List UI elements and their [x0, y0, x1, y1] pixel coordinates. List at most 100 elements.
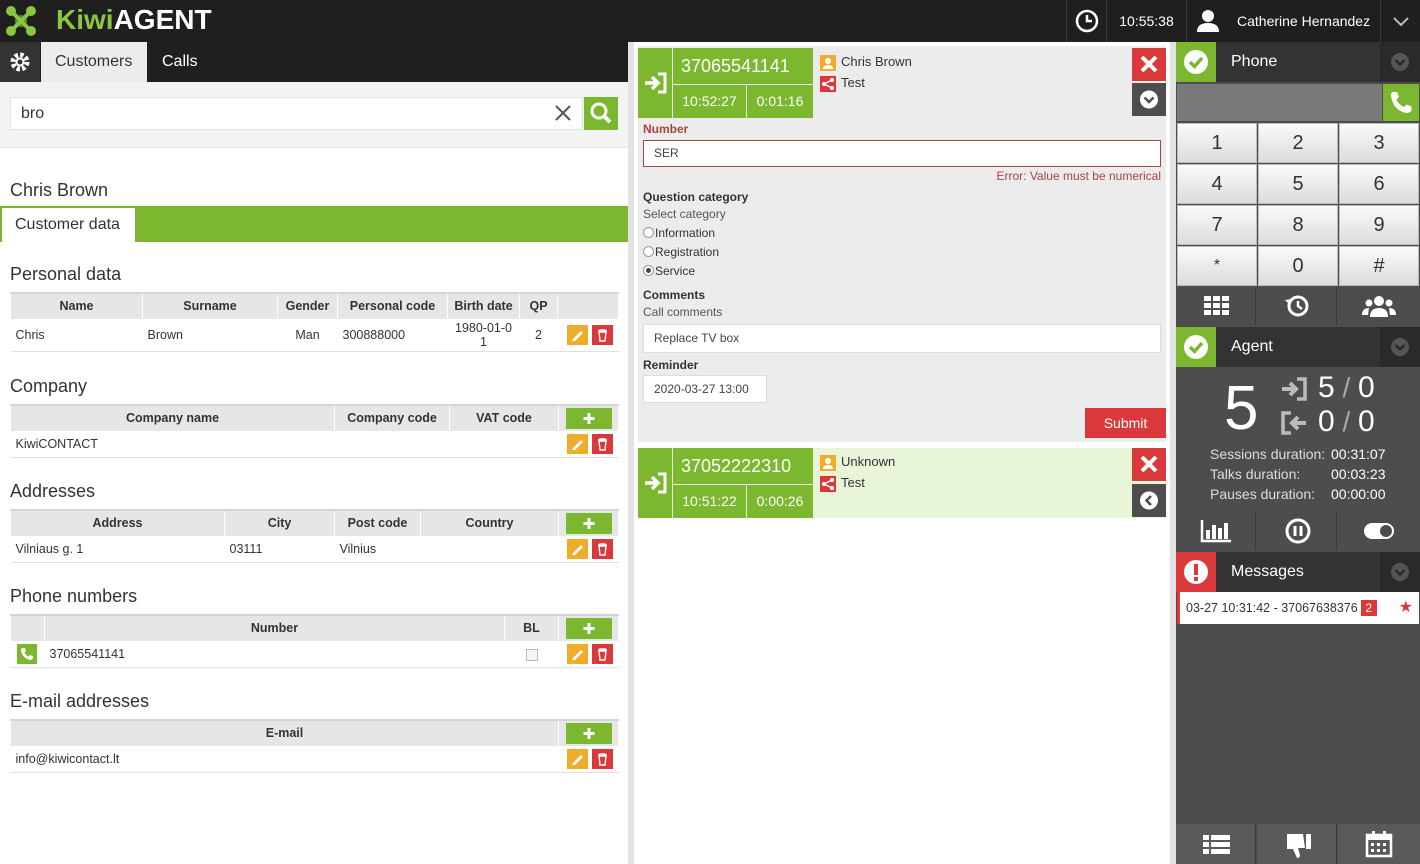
incoming-call-icon [638, 448, 672, 518]
key-1[interactable]: 1 [1177, 123, 1257, 163]
phone-title: Phone [1231, 53, 1278, 70]
availability-toggle-icon[interactable] [1338, 512, 1420, 550]
contact-icon [820, 54, 836, 71]
category-label: Question category [643, 190, 749, 204]
agent-calls-count: 5 [1224, 374, 1259, 443]
call-history-icon[interactable] [1257, 287, 1337, 325]
incoming-call-icon [638, 48, 672, 118]
tab-customer-data[interactable]: Customer data [0, 206, 135, 242]
search-button[interactable] [584, 97, 618, 130]
contact-name[interactable]: Chris Brown [841, 54, 912, 69]
table-header: Number BL [10, 614, 619, 642]
agent-title: Agent [1231, 338, 1273, 355]
reminder-input[interactable]: 2020-03-27 13:00 [643, 375, 767, 403]
radio-registration-circle[interactable] [643, 246, 654, 257]
col-actions [557, 292, 619, 320]
col-birth-date: Birth date [447, 292, 520, 320]
statistics-bar-chart-icon[interactable] [1176, 512, 1256, 550]
incoming-total: 0 [1358, 371, 1375, 404]
number-input[interactable]: SER [643, 140, 1161, 167]
delete-button[interactable] [591, 434, 613, 454]
col-company-name: Company name [10, 404, 335, 432]
thumbs-down-icon[interactable] [1257, 824, 1337, 864]
close-call-button[interactable] [1132, 448, 1166, 481]
user-menu-dropdown[interactable] [1380, 0, 1420, 42]
key-hash[interactable]: # [1339, 246, 1419, 286]
customer-name: Chris Brown [10, 180, 109, 200]
tab-calls[interactable]: Calls [148, 42, 212, 82]
star-icon[interactable]: ★ [1399, 592, 1413, 624]
comments-textarea[interactable]: Replace TV box [643, 324, 1161, 353]
cell-company-name: KiwiCONTACT [10, 431, 335, 458]
message-item[interactable]: 03-27 10:31:42 - 37067638376 2 ★ [1177, 592, 1419, 624]
agent-dropdown-chevron-icon[interactable] [1380, 327, 1420, 367]
key-5[interactable]: 5 [1258, 164, 1338, 204]
category-sublabel: Select category [643, 207, 726, 221]
dial-call-button[interactable] [1383, 84, 1419, 121]
cell-country [420, 536, 559, 563]
key-6[interactable]: 6 [1339, 164, 1419, 204]
expand-call-button[interactable] [1132, 484, 1166, 517]
search-input[interactable]: bro [10, 97, 583, 130]
key-star[interactable]: * [1177, 246, 1257, 286]
radio-registration[interactable]: Registration [643, 245, 719, 259]
close-call-button[interactable] [1132, 48, 1166, 81]
key-2[interactable]: 2 [1258, 123, 1338, 163]
submit-button[interactable]: Submit [1085, 408, 1166, 438]
key-0[interactable]: 0 [1258, 246, 1338, 286]
keypad-grid-icon[interactable] [1176, 287, 1256, 325]
add-address-button[interactable] [566, 512, 612, 534]
delete-button[interactable] [591, 644, 613, 664]
radio-information-circle[interactable] [643, 227, 654, 238]
table-header: Name Surname Gender Personal code Birth … [10, 292, 619, 320]
blacklist-checkbox[interactable] [525, 648, 538, 661]
settings-gear-icon[interactable] [0, 42, 40, 82]
list-icon[interactable] [1176, 824, 1256, 864]
incoming-handled: 5 [1318, 371, 1335, 404]
delete-button[interactable] [591, 539, 613, 559]
table-row: info@kiwicontact.lt [10, 746, 619, 773]
add-company-button[interactable] [566, 407, 612, 429]
cell-personal-code: 300888000 [337, 319, 448, 352]
edit-button[interactable] [567, 325, 589, 345]
clear-search-icon[interactable] [553, 103, 573, 123]
col-city: City [224, 509, 335, 537]
customer-tabs: Customer data [0, 206, 628, 242]
contacts-group-icon[interactable] [1338, 287, 1420, 325]
radio-service-circle[interactable] [643, 265, 654, 276]
contact-name: Unknown [841, 454, 896, 469]
delete-button[interactable] [591, 749, 613, 769]
radio-service[interactable]: Service [643, 264, 695, 278]
add-phone-button[interactable] [566, 617, 612, 639]
edit-button[interactable] [567, 434, 589, 454]
edit-button[interactable] [567, 644, 589, 664]
user-name[interactable]: Catherine Hernandez [1228, 0, 1380, 42]
key-9[interactable]: 9 [1339, 205, 1419, 245]
collapse-call-button[interactable] [1132, 83, 1166, 116]
dial-number-input[interactable] [1177, 84, 1382, 121]
phone-dropdown-chevron-icon[interactable] [1380, 42, 1420, 82]
edit-button[interactable] [567, 749, 589, 769]
messages-dropdown-chevron-icon[interactable] [1380, 552, 1420, 592]
key-4[interactable]: 4 [1177, 164, 1257, 204]
key-7[interactable]: 7 [1177, 205, 1257, 245]
sessions-duration-label: Sessions duration: [1210, 446, 1326, 462]
call-phone-icon[interactable] [16, 644, 37, 664]
table-row: 37065541141 [10, 641, 619, 668]
outgoing-handled: 0 [1318, 405, 1335, 438]
pause-icon[interactable] [1257, 512, 1337, 550]
key-8[interactable]: 8 [1258, 205, 1338, 245]
radio-information[interactable]: Information [643, 226, 715, 240]
col-email: E-mail [10, 719, 559, 747]
tab-customers[interactable]: Customers [41, 42, 147, 82]
delete-button[interactable] [591, 325, 613, 345]
user-icon [1186, 0, 1228, 42]
talks-duration-value: 00:03:23 [1331, 466, 1386, 482]
key-3[interactable]: 3 [1339, 123, 1419, 163]
add-email-button[interactable] [566, 722, 612, 744]
company-table: Company name Company code VAT code KiwiC… [10, 404, 619, 458]
calendar-icon[interactable] [1338, 824, 1420, 864]
tabs-bar: Customers Calls [0, 42, 628, 82]
edit-button[interactable] [567, 539, 589, 559]
row-actions [557, 319, 619, 352]
